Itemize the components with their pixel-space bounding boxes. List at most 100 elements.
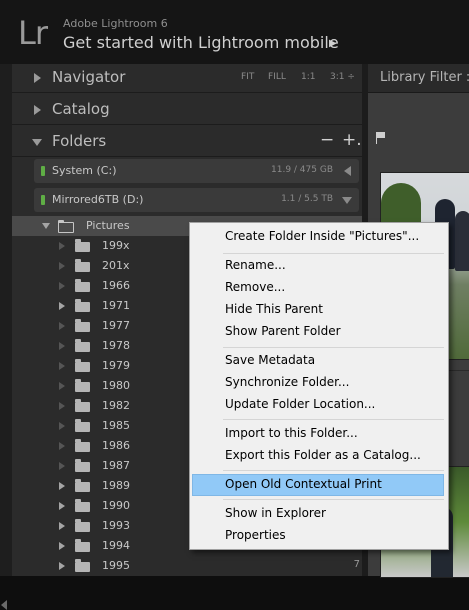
disclosure-triangle-icon[interactable] xyxy=(59,522,65,530)
folder-icon xyxy=(75,319,90,332)
folder-row[interactable]: 1995 7 xyxy=(12,556,368,576)
disclosure-triangle-icon xyxy=(59,362,65,370)
menu-item-import[interactable]: Import to this Folder... xyxy=(192,423,444,445)
folder-icon xyxy=(75,459,90,472)
folder-name: 1994 xyxy=(102,539,130,552)
expand-triangle-icon[interactable] xyxy=(34,73,41,83)
menu-item-show-in-explorer[interactable]: Show in Explorer xyxy=(192,503,444,525)
menu-item-show-parent[interactable]: Show Parent Folder xyxy=(192,321,444,343)
remove-folder-button[interactable]: − xyxy=(320,130,334,150)
folder-name: 199x xyxy=(102,239,130,252)
folder-icon xyxy=(75,279,90,292)
menu-item-export-catalog[interactable]: Export this Folder as a Catalog... xyxy=(192,445,444,467)
folder-icon xyxy=(75,379,90,392)
disclosure-triangle-icon xyxy=(59,462,65,470)
zoom-fit-option[interactable]: FIT xyxy=(241,72,254,82)
play-arrow-icon[interactable]: ▶ xyxy=(329,38,337,49)
catalog-panel-header[interactable]: Catalog xyxy=(12,96,368,125)
folder-name: 1990 xyxy=(102,499,130,512)
folder-icon xyxy=(75,359,90,372)
disclosure-triangle-icon xyxy=(59,442,65,450)
disclosure-triangle-icon[interactable] xyxy=(59,302,65,310)
folder-icon xyxy=(75,519,90,532)
menu-item-save-metadata[interactable]: Save Metadata xyxy=(192,350,444,372)
menu-item-rename[interactable]: Rename... xyxy=(192,255,444,277)
folder-name: 1989 xyxy=(102,479,130,492)
navigator-title: Navigator xyxy=(52,68,126,86)
menu-item-properties[interactable]: Properties xyxy=(192,525,444,547)
folder-icon xyxy=(75,479,90,492)
folder-name: 1985 xyxy=(102,419,130,432)
folder-name: 1978 xyxy=(102,339,130,352)
add-folder-button[interactable]: +. xyxy=(342,130,362,150)
folder-name: 1986 xyxy=(102,439,130,452)
menu-item-synchronize[interactable]: Synchronize Folder... xyxy=(192,372,444,394)
folder-name: 1979 xyxy=(102,359,130,372)
folder-name: 1982 xyxy=(102,399,130,412)
expand-volume-icon[interactable] xyxy=(344,166,351,176)
folder-icon xyxy=(75,299,90,312)
menu-separator xyxy=(223,499,444,500)
disclosure-triangle-icon xyxy=(59,242,65,250)
disclosure-triangle-icon[interactable] xyxy=(42,223,50,229)
zoom-3-1-option[interactable]: 3:1 ÷ xyxy=(330,72,355,82)
disclosure-triangle-icon xyxy=(59,282,65,290)
menu-item-open-contextual-print[interactable]: Open Old Contextual Print xyxy=(192,474,444,496)
disclosure-triangle-icon xyxy=(59,262,65,270)
app-name: Adobe Lightroom 6 xyxy=(63,17,168,30)
left-panel-edge[interactable] xyxy=(0,64,12,610)
folder-name: 1971 xyxy=(102,299,130,312)
expand-triangle-icon[interactable] xyxy=(34,105,41,115)
collapse-triangle-icon[interactable] xyxy=(32,139,42,146)
disclosure-triangle-icon xyxy=(59,402,65,410)
thumbnail-figure xyxy=(455,211,469,271)
menu-item-hide-parent[interactable]: Hide This Parent xyxy=(192,299,444,321)
menu-item-remove[interactable]: Remove... xyxy=(192,277,444,299)
collapse-left-panel-icon[interactable] xyxy=(1,600,7,610)
menu-item-create-folder[interactable]: Create Folder Inside "Pictures"... xyxy=(192,226,444,248)
folder-count: 7 xyxy=(353,559,360,570)
volume-mirrored-d[interactable]: Mirrored6TB (D:) 1.1 / 5.5 TB xyxy=(34,188,359,212)
catalog-title: Catalog xyxy=(52,100,110,118)
library-filter-label: Library Filter : xyxy=(380,70,469,85)
folders-panel-header[interactable]: Folders − +. xyxy=(12,128,368,157)
volume-name: System (C:) xyxy=(52,164,117,177)
folder-name: 1995 xyxy=(102,559,130,572)
zoom-1-1-option[interactable]: 1:1 xyxy=(301,72,315,82)
folder-icon xyxy=(75,439,90,452)
disclosure-triangle-icon xyxy=(59,322,65,330)
disclosure-triangle-icon xyxy=(59,342,65,350)
folder-icon xyxy=(75,339,90,352)
folder-icon xyxy=(75,399,90,412)
zoom-fill-option[interactable]: FILL xyxy=(268,72,286,82)
lightroom-mobile-link[interactable]: Get started with Lightroom mobile xyxy=(63,33,339,52)
menu-item-label: Hide This Parent xyxy=(225,302,323,316)
folder-context-menu: Create Folder Inside "Pictures"... Renam… xyxy=(189,222,449,550)
volume-system-c[interactable]: System (C:) 11.9 / 475 GB xyxy=(34,159,359,183)
disclosure-triangle-icon[interactable] xyxy=(59,502,65,510)
volume-size: 11.9 / 475 GB xyxy=(271,165,333,175)
library-filter-bar[interactable]: Library Filter : xyxy=(368,64,469,93)
disclosure-triangle-icon[interactable] xyxy=(59,482,65,490)
volume-status-led xyxy=(41,195,45,205)
menu-separator xyxy=(223,419,444,420)
menu-item-label: Remove... xyxy=(225,280,286,294)
folder-name: 1993 xyxy=(102,519,130,532)
menu-item-update-location[interactable]: Update Folder Location... xyxy=(192,394,444,416)
disclosure-triangle-icon[interactable] xyxy=(59,562,65,570)
menu-separator xyxy=(223,470,444,471)
menu-separator xyxy=(223,347,444,348)
flag-icon[interactable] xyxy=(376,132,385,144)
menu-item-label: Open Old Contextual Print xyxy=(225,477,382,491)
folder-icon xyxy=(75,559,90,572)
folders-title: Folders xyxy=(52,132,107,150)
menu-item-label: Rename... xyxy=(225,258,286,272)
disclosure-triangle-icon[interactable] xyxy=(59,542,65,550)
navigator-panel-header[interactable]: Navigator FIT FILL 1:1 3:1 ÷ xyxy=(12,64,368,93)
folder-icon xyxy=(75,259,90,272)
volume-name: Mirrored6TB (D:) xyxy=(52,193,144,206)
folder-name: 1980 xyxy=(102,379,130,392)
collapse-volume-icon[interactable] xyxy=(342,197,352,204)
menu-item-label: Show in Explorer xyxy=(225,506,326,520)
folder-icon xyxy=(58,220,74,233)
